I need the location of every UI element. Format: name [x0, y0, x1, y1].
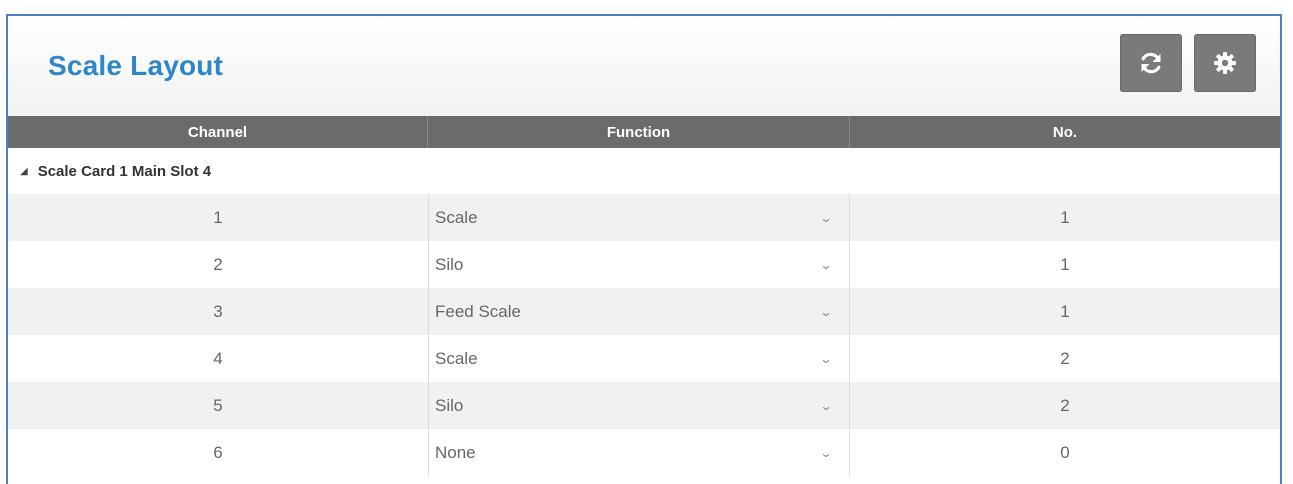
channel-cell: 5	[213, 395, 223, 415]
table-header: Channel Function No.	[8, 116, 1280, 148]
chevron-down-icon: ⌄	[819, 351, 833, 366]
refresh-button[interactable]	[1120, 34, 1182, 92]
chevron-down-icon: ⌄	[819, 304, 833, 319]
number-cell: 2	[1060, 395, 1070, 415]
function-value: Scale	[435, 207, 478, 227]
panel-header: Scale Layout	[8, 16, 1280, 116]
number-cell: 0	[1060, 442, 1070, 462]
group-label: Scale Card 1 Main Slot 4	[37, 162, 212, 180]
chevron-down-icon: ⌄	[819, 257, 833, 272]
number-cell: 1	[1060, 254, 1070, 274]
table-row: 3 Feed Scale ⌄ 1	[8, 288, 1280, 335]
function-select[interactable]: None ⌄	[428, 429, 850, 476]
number-cell: 2	[1060, 348, 1070, 368]
refresh-icon	[1141, 52, 1161, 74]
function-value: Feed Scale	[435, 301, 521, 321]
chevron-down-icon: ⌄	[819, 398, 833, 413]
channel-cell: 1	[213, 207, 223, 227]
table-row: 6 None ⌄ 0	[8, 429, 1280, 476]
column-header-channel[interactable]: Channel	[8, 116, 428, 148]
function-select[interactable]: Feed Scale ⌄	[428, 288, 850, 335]
chevron-down-icon: ⌄	[819, 445, 833, 460]
channel-cell: 4	[213, 348, 223, 368]
channel-cell: 2	[213, 254, 223, 274]
channel-cell: 6	[213, 442, 223, 462]
settings-button[interactable]	[1194, 34, 1256, 92]
function-select[interactable]: Silo ⌄	[428, 382, 850, 429]
group-row-scale-card[interactable]: ◢ Scale Card 1 Main Slot 4	[8, 148, 1280, 194]
page-title: Scale Layout	[48, 50, 224, 81]
function-value: Scale	[435, 348, 478, 368]
table-body: 1 Scale ⌄ 1 2 Silo ⌄ 1 3 Feed Scale ⌄ 1 …	[8, 194, 1280, 476]
chevron-down-icon: ⌄	[819, 210, 833, 225]
function-value: Silo	[435, 395, 464, 415]
column-header-function[interactable]: Function	[428, 116, 850, 148]
number-cell: 1	[1060, 207, 1070, 227]
number-cell: 1	[1060, 301, 1070, 321]
function-value: Silo	[435, 254, 464, 274]
function-value: None	[435, 442, 476, 462]
function-select[interactable]: Scale ⌄	[428, 335, 850, 382]
channel-cell: 3	[213, 301, 223, 321]
gear-icon	[1214, 52, 1236, 74]
table-row: 2 Silo ⌄ 1	[8, 241, 1280, 288]
table-row: 4 Scale ⌄ 2	[8, 335, 1280, 382]
scale-layout-panel: Scale Layout Channel Function No. ◢ Scal…	[6, 14, 1282, 484]
function-select[interactable]: Scale ⌄	[428, 194, 850, 241]
collapse-caret-icon[interactable]: ◢	[20, 166, 28, 177]
column-header-no[interactable]: No.	[850, 116, 1280, 148]
table-row: 1 Scale ⌄ 1	[8, 194, 1280, 241]
function-select[interactable]: Silo ⌄	[428, 241, 850, 288]
table-row: 5 Silo ⌄ 2	[8, 382, 1280, 429]
